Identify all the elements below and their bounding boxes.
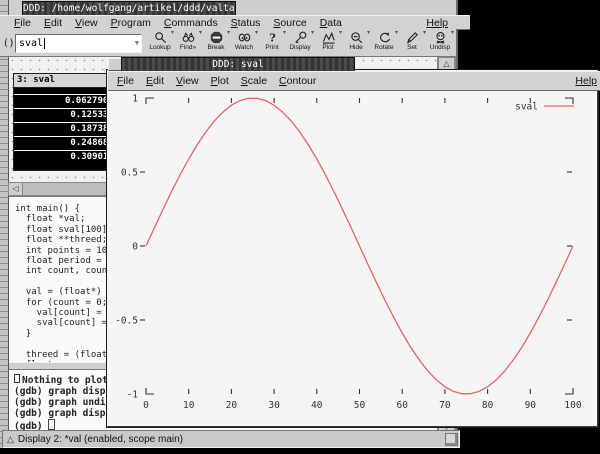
toolbar-button-label: Undisp (430, 44, 450, 51)
x-tick-label: 80 (482, 400, 494, 411)
x-tick-label: 30 (268, 400, 280, 411)
main-menu-file[interactable]: File (14, 17, 31, 29)
stop-sign-icon (210, 31, 223, 44)
status-bar: △ Display 2: *val (enabled, scope main) (2, 430, 460, 448)
x-tick-label: 90 (525, 400, 537, 411)
plot-menu-view[interactable]: View (176, 75, 199, 87)
console-caret (48, 419, 55, 430)
pencil-icon (406, 31, 419, 44)
y-tick-label: 0.5 (121, 168, 138, 179)
plot-menu-file[interactable]: File (117, 75, 134, 87)
toolbar-button-display[interactable]: ▾Display (286, 30, 314, 55)
text-caret (44, 38, 45, 49)
binoculars-icon (182, 31, 195, 44)
toolbar-button-label: Print (265, 44, 278, 51)
scroll-left-arrow-icon[interactable]: ◁ (9, 183, 23, 195)
main-menu-commands[interactable]: Commands (164, 17, 218, 29)
toolbar-button-hide[interactable]: ▾Hide (342, 30, 370, 55)
skull-icon (434, 31, 447, 44)
toolbar-button-label: Find» (180, 44, 196, 51)
toolbar-button-watch[interactable]: ▾Watch (230, 30, 258, 55)
plot-menu-scale[interactable]: Scale (241, 75, 267, 87)
combo-dropdown-icon[interactable]: ▼ (135, 39, 139, 47)
toolbar-button-print[interactable]: ▾?Print (258, 30, 286, 55)
toolbar-button-label: Plot (322, 44, 333, 51)
argument-value: sval (19, 38, 43, 49)
plot-window-titlebar[interactable]: DDD: sval (121, 57, 355, 71)
main-menu-status[interactable]: Status (231, 17, 261, 29)
toolbar-button-undisp[interactable]: ▾ Undisp (426, 30, 454, 55)
resize-grip[interactable] (445, 433, 458, 446)
svg-text:?: ? (269, 32, 276, 44)
toolbar-buttons: ▾Lookup▾Find»▾Break▾Watch▾?Print▾Display… (146, 30, 454, 55)
main-window-titlebar[interactable]: DDD: /home/wolfgang/artikel/ddd/valtab.c (22, 1, 236, 15)
toolbar-button-label: Display (289, 44, 310, 51)
dropdown-indicator-icon: ▾ (451, 29, 454, 36)
main-menu-source[interactable]: Source (273, 17, 306, 29)
plot-canvas[interactable]: 0 10 20 30 40 50 60 70 80 90 100 -1 -0.5 0 0.5 1 sval (108, 91, 597, 424)
y-tick-label: 1 (132, 94, 138, 105)
console-bell-icon (14, 374, 20, 383)
horizontal-scrollbar[interactable]: ◁ (8, 182, 109, 196)
main-menu-data[interactable]: Data (320, 17, 342, 29)
main-menu-help[interactable]: Help (426, 16, 448, 29)
toolbar-button-plot[interactable]: ▾Plot (314, 30, 342, 55)
plot-menu-edit[interactable]: Edit (146, 75, 164, 87)
toolbar-button-label: Set (407, 44, 417, 51)
console-warning-text: Nothing to plot (22, 375, 108, 386)
status-warning-icon: △ (7, 434, 14, 445)
hand-display-icon (294, 31, 307, 44)
y-tick-label: -0.5 (115, 316, 138, 327)
toolbar-button-lookup[interactable]: ▾Lookup (146, 30, 174, 55)
main-menu-edit[interactable]: Edit (44, 17, 62, 29)
plot-menu-contour[interactable]: Contour (279, 75, 316, 87)
sine-curve (146, 98, 573, 393)
main-menu-view[interactable]: View (75, 17, 98, 29)
toolbar-button-label: Lookup (149, 44, 170, 51)
magnifier-minus-icon (350, 31, 363, 44)
toolbar-button-label: Break (208, 44, 225, 51)
x-tick-label: 20 (226, 400, 238, 411)
y-tick-label: 0 (132, 242, 138, 253)
desktop: { "colors": { "curve": "#e8645f", "plot_… (0, 0, 600, 454)
question-mark-icon: ? (266, 31, 279, 44)
legend-label: sval (515, 102, 538, 113)
x-tick-label: 40 (311, 400, 323, 411)
main-menubar: File Edit View Program Commands Status Source D… (0, 15, 470, 30)
toolbar-button-set[interactable]: ▾Set (398, 30, 426, 55)
toolbar-button-label: Watch (235, 44, 253, 51)
toolbar-button-label: Rotate (374, 44, 393, 51)
toolbar-button-rotate[interactable]: ▾Rotate (370, 30, 398, 55)
plot-window: FileEditViewPlotScaleContourHelp 0102030… (107, 70, 598, 427)
x-tick-label: 60 (396, 400, 408, 411)
line-chart-icon (322, 31, 335, 44)
x-tick-label: 10 (183, 400, 195, 411)
toolbar-button-label: Hide (349, 44, 362, 51)
main-menu-program[interactable]: Program (111, 17, 151, 29)
plot-window-menu-button[interactable] (108, 58, 122, 71)
x-tick-label: 100 (564, 400, 581, 411)
main-toolbar: (): sval ▼ ▾Lookup▾Find»▾Break▾Watch▾?Pr… (0, 29, 456, 57)
toolbar-button-find[interactable]: ▾Find» (174, 30, 202, 55)
x-tick-label: 70 (439, 400, 451, 411)
toolbar-button-break[interactable]: ▾Break (202, 30, 230, 55)
x-tick-label: 0 (143, 400, 149, 411)
status-text: Display 2: *val (enabled, scope main) (18, 434, 183, 445)
magnifier-icon (154, 31, 167, 44)
x-tick-label: 50 (354, 400, 366, 411)
scroll-up-arrow-icon[interactable]: △ (438, 57, 455, 71)
plot-menu-help[interactable]: Help (575, 72, 597, 90)
argument-input[interactable]: sval ▼ (15, 34, 142, 53)
plot-menubar: File Edit View Plot Scale Contour Help (108, 71, 600, 91)
plot-menu-plot[interactable]: Plot (211, 75, 229, 87)
eyes-icon (238, 31, 251, 44)
rotate-arrows-icon (378, 31, 391, 44)
window-frame-edge[interactable] (0, 0, 9, 448)
y-tick-label: -1 (127, 390, 139, 401)
